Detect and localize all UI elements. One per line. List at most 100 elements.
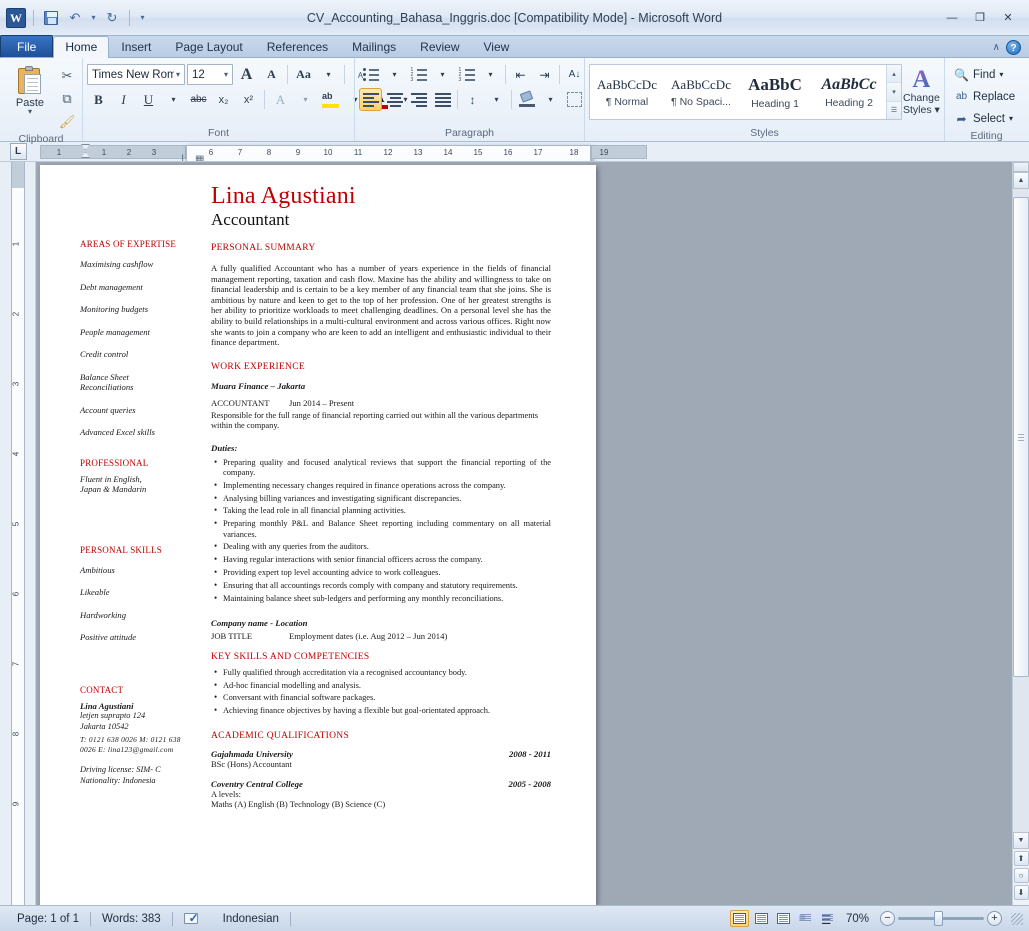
left-tab-marker: ⌡ [180,154,186,161]
page-indicator[interactable]: Page: 1 of 1 [6,909,90,929]
tab-home[interactable]: Home [53,36,110,58]
zoom-slider[interactable] [898,911,984,926]
borders-icon[interactable] [563,88,586,111]
underline-caret-icon[interactable]: ▾ [162,88,185,111]
shading-icon[interactable] [515,88,538,111]
sort-icon[interactable]: A↓ [563,63,586,86]
next-page-button[interactable]: ⬇ [1013,885,1029,900]
view-web-layout[interactable] [774,910,793,927]
strikethrough-icon[interactable]: abc [187,88,210,111]
styles-more-icon[interactable]: ☰ [887,101,901,119]
select-browse-object-button[interactable]: ○ [1013,868,1029,883]
split-bar-handle[interactable] [1013,162,1029,172]
copy-icon[interactable]: ⧉ [56,88,78,109]
italic-icon[interactable]: I [112,88,135,111]
language-indicator[interactable]: Indonesian [212,909,290,929]
change-styles-button[interactable]: A Change Styles ▾ [902,62,941,117]
bullets-icon[interactable] [359,63,382,86]
replace-button[interactable]: ab Replace [949,86,1020,107]
zoom-level[interactable]: 70% [840,913,877,925]
tab-mailings[interactable]: Mailings [340,36,408,58]
document-page[interactable]: AREAS OF EXPERTISE Maximising cashflow D… [40,165,596,905]
numbering-icon[interactable]: 123 [407,63,430,86]
view-full-screen-reading[interactable] [752,910,771,927]
redo-icon[interactable]: ↻ [102,8,122,28]
decrease-indent-icon[interactable]: ⇤ [509,63,532,86]
multilevel-caret-icon[interactable]: ▾ [479,63,502,86]
change-case-caret-icon[interactable]: ▾ [317,63,340,86]
styles-gallery[interactable]: AaBbCcDc ¶ Normal AaBbCcDc ¶ No Spaci...… [589,64,902,120]
vertical-scrollbar[interactable]: ▲ ▼ ⬆ ○ ⬇ [1012,162,1029,905]
style-preview: AaBbCcDc [597,76,657,92]
align-left-icon[interactable] [359,88,382,111]
help-icon[interactable]: ? [1006,40,1021,55]
format-painter-icon[interactable]: 🖌 [56,111,78,132]
subscript-icon[interactable]: x₂ [212,88,235,111]
tab-file[interactable]: File [0,35,54,57]
justify-icon[interactable] [431,88,454,111]
text-effects-caret-icon[interactable]: ▾ [294,88,317,111]
line-spacing-icon[interactable]: ↕ [461,88,484,111]
ruler-tick: 6 [208,148,214,157]
font-name-combo[interactable]: Times New Rom ▾ [87,64,185,85]
tab-page-layout[interactable]: Page Layout [163,36,254,58]
undo-icon[interactable]: ↶ [65,8,85,28]
tab-insert[interactable]: Insert [109,36,163,58]
view-print-layout[interactable] [729,910,749,927]
style-heading-2[interactable]: AaBbCc Heading 2 [813,66,885,118]
shrink-font-icon[interactable]: A [260,63,283,86]
resize-grip[interactable] [1011,912,1023,925]
minimize-ribbon-icon[interactable]: ∧ [993,42,1000,53]
font-size-combo[interactable]: 12 ▾ [187,64,233,85]
grow-font-icon[interactable]: A [235,63,258,86]
styles-scroll-up-icon[interactable]: ▴ [887,65,901,84]
proofing-status-icon[interactable]: ✓ [173,909,212,929]
increase-indent-icon[interactable]: ⇥ [533,63,556,86]
word-count[interactable]: Words: 383 [91,909,172,929]
scroll-up-button[interactable]: ▲ [1013,172,1029,189]
superscript-icon[interactable]: x² [237,88,260,111]
horizontal-ruler[interactable]: 1 1 2 3 6 7 8 9 10 11 12 13 14 15 16 17 … [36,142,1029,161]
bold-icon[interactable]: B [87,88,110,111]
view-draft[interactable]: ☰ [818,910,837,927]
document-canvas[interactable]: AREAS OF EXPERTISE Maximising cashflow D… [36,162,1012,905]
close-button[interactable]: ✕ [995,8,1021,28]
previous-page-button[interactable]: ⬆ [1013,851,1029,866]
scroll-thumb[interactable] [1013,197,1029,677]
school-name: Gajahmada University [211,748,293,759]
select-caret-icon: ▾ [1008,114,1013,123]
numbering-caret-icon[interactable]: ▾ [431,63,454,86]
shading-caret-icon[interactable]: ▾ [539,88,562,111]
find-button[interactable]: 🔍 Find ▾ [949,64,1008,85]
highlight-color-icon[interactable]: ab [319,88,342,111]
restore-button[interactable]: ❐ [967,8,993,28]
change-case-icon[interactable]: Aa [292,63,315,86]
cut-icon[interactable]: ✂ [56,65,78,86]
minimize-button[interactable]: — [939,8,965,28]
underline-icon[interactable]: U [137,88,160,111]
bullets-caret-icon[interactable]: ▾ [383,63,406,86]
ribbon: Paste ▾ ✂ ⧉ 🖌 Clipboard Times New Rom ▾ … [0,58,1029,145]
tab-view[interactable]: View [472,36,522,58]
line-spacing-caret-icon[interactable]: ▾ [485,88,508,111]
customize-qat-icon[interactable]: ▾ [137,8,148,28]
style-normal[interactable]: AaBbCcDc ¶ Normal [591,66,663,118]
undo-dropdown-icon[interactable]: ▾ [89,8,98,28]
style-no-spacing[interactable]: AaBbCcDc ¶ No Spaci... [665,66,737,118]
style-heading-1[interactable]: AaBbC Heading 1 [739,66,811,118]
scroll-down-button[interactable]: ▼ [1013,832,1029,849]
ruler-left-margin [40,145,186,159]
tab-review[interactable]: Review [408,36,471,58]
styles-scroll-down-icon[interactable]: ▾ [887,83,901,102]
paste-button[interactable]: Paste ▾ [4,62,56,116]
align-right-icon[interactable] [407,88,430,111]
text-effects-icon[interactable]: A [269,88,292,111]
align-center-icon[interactable] [383,88,406,111]
vertical-ruler[interactable]: 1 2 3 4 5 6 7 8 9 [0,162,36,905]
view-outline[interactable]: ≡ [796,910,815,927]
save-icon[interactable] [41,8,61,28]
select-button[interactable]: ➦ Select ▾ [949,108,1018,129]
scroll-track[interactable] [1013,189,1029,832]
tab-references[interactable]: References [255,36,340,58]
multilevel-list-icon[interactable]: 123 [455,63,478,86]
